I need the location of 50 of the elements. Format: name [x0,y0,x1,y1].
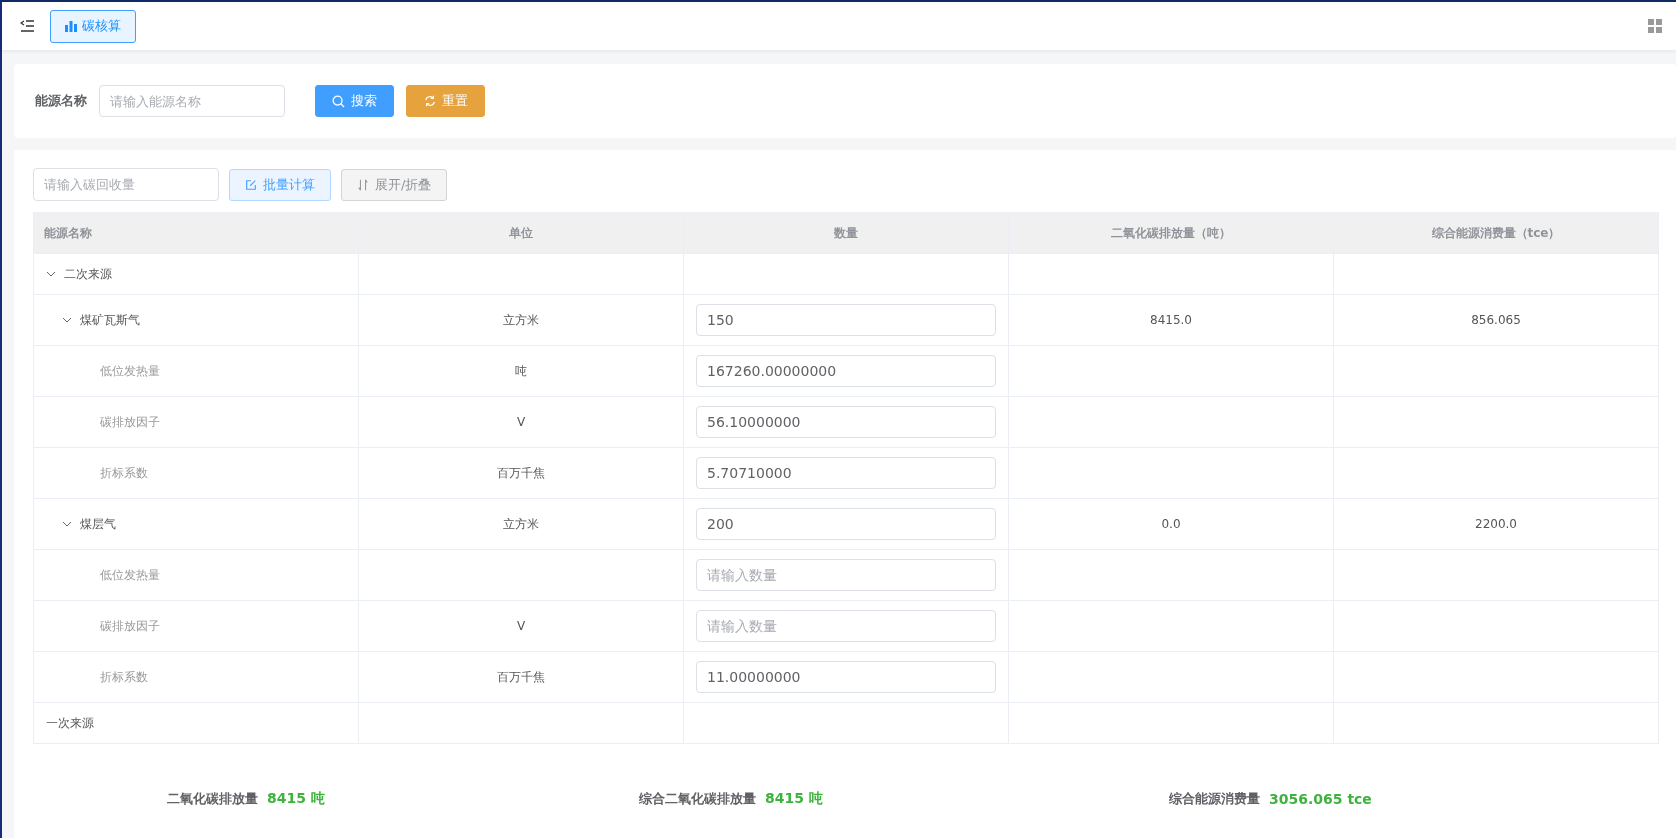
unit-cell: 立方米 [358,498,684,550]
quantity-input[interactable]: 56.10000000 [696,406,996,438]
energy-name: 碳排放因子 [100,617,160,635]
energy-name-input[interactable]: 请输入能源名称 [99,85,285,117]
summary-label: 综合能源消费量 [1169,790,1260,808]
quantity-input[interactable]: 5.70710000 [696,457,996,489]
column-header: 能源名称 [33,212,359,254]
unit-cell: 百万千焦 [358,447,684,499]
quantity-input[interactable]: 请输入数量 [696,610,996,642]
energy-name: 低位发热量 [100,362,160,380]
quantity-input[interactable]: 150 [696,304,996,336]
summary-value: 3056.065 tce [1269,791,1372,807]
energy-consumption-cell: 856.065 [1333,294,1659,346]
summary-label: 二氧化碳排放量 [167,790,258,808]
field-label: 能源名称 [35,92,87,110]
unit-cell: 立方米 [358,294,684,346]
sort-icon [357,178,369,191]
edit-icon [245,178,257,191]
summary-value: 8415 吨 [765,790,823,808]
energy-name: 折标系数 [100,464,148,482]
quantity-input[interactable]: 167260.00000000 [696,355,996,387]
quantity-input[interactable]: 请输入数量 [696,559,996,591]
summary-label: 综合二氧化碳排放量 [639,790,756,808]
emission-cell: 0.0 [1008,498,1334,550]
grid-icon[interactable] [1648,19,1662,33]
column-header: 单位 [358,212,684,254]
unit-cell: 吨 [358,345,684,397]
bar-chart-icon [65,20,77,32]
unit-cell: V [358,396,684,448]
refresh-icon [423,95,436,107]
unit-cell: V [358,600,684,652]
emission-cell: 8415.0 [1008,294,1334,346]
energy-name: 碳排放因子 [100,413,160,431]
energy-name: 一次来源 [46,714,94,732]
search-icon [332,94,345,108]
column-header: 数量 [683,212,1009,254]
quantity-input[interactable]: 11.00000000 [696,661,996,693]
carbon-recovery-input[interactable]: 请输入碳回收量 [33,168,219,201]
energy-consumption-cell: 2200.0 [1333,498,1659,550]
energy-name: 折标系数 [100,668,148,686]
energy-name: 煤层气 [80,515,116,533]
menu-fold-icon[interactable] [20,20,34,32]
summary-value: 8415 吨 [267,790,325,808]
energy-name: 煤矿瓦斯气 [80,311,140,329]
column-header: 二氧化碳排放量（吨） [1008,212,1334,254]
unit-cell: 百万千焦 [358,651,684,703]
energy-name: 低位发热量 [100,566,160,584]
quantity-input[interactable]: 200 [696,508,996,540]
energy-name: 二次来源 [64,265,112,283]
column-header: 综合能源消费量（tce） [1333,212,1659,254]
